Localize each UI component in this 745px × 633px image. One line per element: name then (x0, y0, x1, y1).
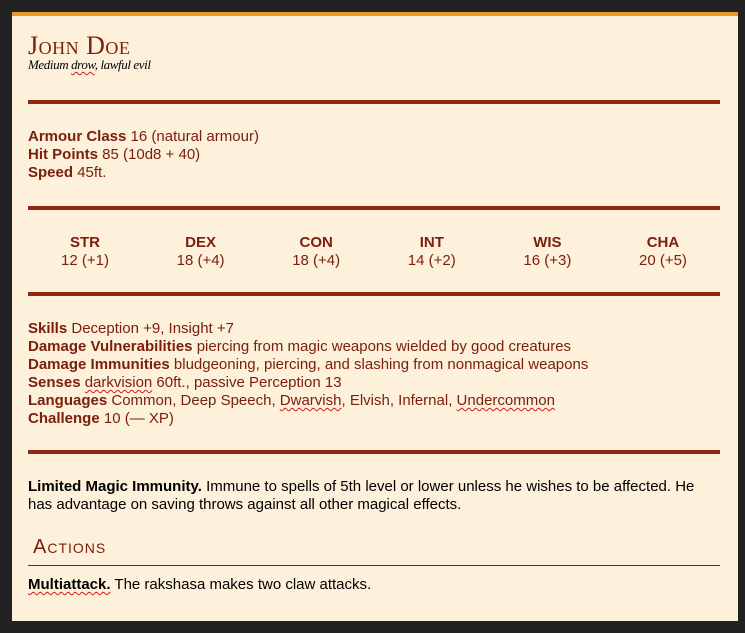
detail-value: bludgeoning, piercing, and slashing from… (173, 356, 589, 373)
ability-score: 18 (+4) (176, 252, 225, 269)
ability-name: STR (70, 234, 100, 251)
creature-race: drow (71, 57, 95, 72)
detail-label: Challenge (28, 410, 100, 427)
detail-label: Languages (28, 392, 108, 409)
ability-cha: CHA 20 (+5) (606, 234, 720, 270)
trait-name: Limited Magic Immunity. (28, 478, 202, 495)
ability-name: INT (419, 234, 444, 251)
ability-str: STR 12 (+1) (28, 234, 142, 270)
actions-heading: Actions (33, 536, 107, 558)
ability-score: 14 (+2) (407, 252, 456, 269)
ability-scores: STR 12 (+1) DEX 18 (+4) CON 18 (+4) INT … (28, 234, 720, 270)
divider-rule (28, 292, 720, 296)
action-text: The rakshasa makes two claw attacks. (114, 576, 372, 593)
divider-rule (28, 206, 720, 210)
ability-score: 18 (+4) (292, 252, 341, 269)
property-hit-points: Hit Points 85 (10d8 + 40) (28, 146, 720, 164)
property-label: Hit Points (28, 146, 98, 163)
detail-term: darkvision (84, 374, 153, 391)
ability-dex: DEX 18 (+4) (144, 234, 258, 270)
detail-value: Common, Deep Speech, (111, 392, 276, 409)
divider-rule (28, 450, 720, 454)
creature-alignment: lawful evil (100, 57, 151, 72)
detail-skills: Skills Deception +9, Insight +7 (28, 320, 720, 338)
detail-label: Damage Vulnerabilities (28, 338, 193, 355)
detail-value: piercing from magic weapons wielded by g… (196, 338, 572, 355)
detail-damage-immunities: Damage Immunities bludgeoning, piercing,… (28, 356, 720, 374)
ability-con: CON 18 (+4) (259, 234, 373, 270)
detail-label: Damage Immunities (28, 356, 170, 373)
ability-name: CON (299, 234, 333, 251)
action-multiattack: Multiattack. The rakshasa makes two claw… (28, 576, 720, 594)
detail-damage-vulnerabilities: Damage Vulnerabilities piercing from mag… (28, 338, 720, 356)
detail-term: Undercommon (456, 392, 555, 409)
detail-value: Deception +9, Insight +7 (71, 320, 234, 337)
property-label: Speed (28, 164, 74, 181)
property-label: Armour Class (28, 128, 127, 145)
property-value: 85 (10d8 + 40) (102, 146, 201, 163)
property-value: 45ft. (77, 164, 107, 181)
property-value: 16 (natural armour) (130, 128, 259, 145)
ability-wis: WIS 16 (+3) (490, 234, 604, 270)
trait-limited-magic-immunity: Limited Magic Immunity. Immune to spells… (28, 478, 720, 514)
actions-divider (28, 565, 720, 566)
detail-value: 60ft., passive Perception 13 (156, 374, 342, 391)
ability-name: WIS (533, 234, 562, 251)
ability-int: INT 14 (+2) (375, 234, 489, 270)
ability-score: 12 (+1) (61, 252, 109, 269)
detail-senses: Senses darkvision 60ft., passive Percept… (28, 374, 720, 392)
ability-score: 16 (+3) (523, 252, 572, 269)
property-speed: Speed 45ft. (28, 164, 720, 182)
detail-label: Senses (28, 374, 81, 391)
ability-score: 20 (+5) (638, 252, 687, 269)
detail-languages: Languages Common, Deep Speech, Dwarvish,… (28, 392, 720, 410)
detail-value: 10 (— XP) (103, 410, 174, 427)
detail-value: , Elvish, Infernal, (341, 392, 453, 409)
ability-name: CHA (646, 234, 680, 251)
stat-block: John Doe Medium drow, lawful evil Armour… (12, 12, 738, 621)
detail-label: Skills (28, 320, 68, 337)
creature-size: Medium (28, 57, 69, 72)
detail-challenge: Challenge 10 (— XP) (28, 410, 720, 428)
property-armour-class: Armour Class 16 (natural armour) (28, 128, 720, 146)
divider-rule (28, 100, 720, 104)
detail-properties: Skills Deception +9, Insight +7 Damage V… (28, 320, 720, 428)
basic-properties: Armour Class 16 (natural armour) Hit Poi… (28, 128, 720, 182)
creature-subtitle: Medium drow, lawful evil (28, 57, 151, 72)
action-name: Multiattack. (28, 576, 111, 593)
ability-name: DEX (185, 234, 217, 251)
detail-term: Dwarvish (279, 392, 342, 409)
